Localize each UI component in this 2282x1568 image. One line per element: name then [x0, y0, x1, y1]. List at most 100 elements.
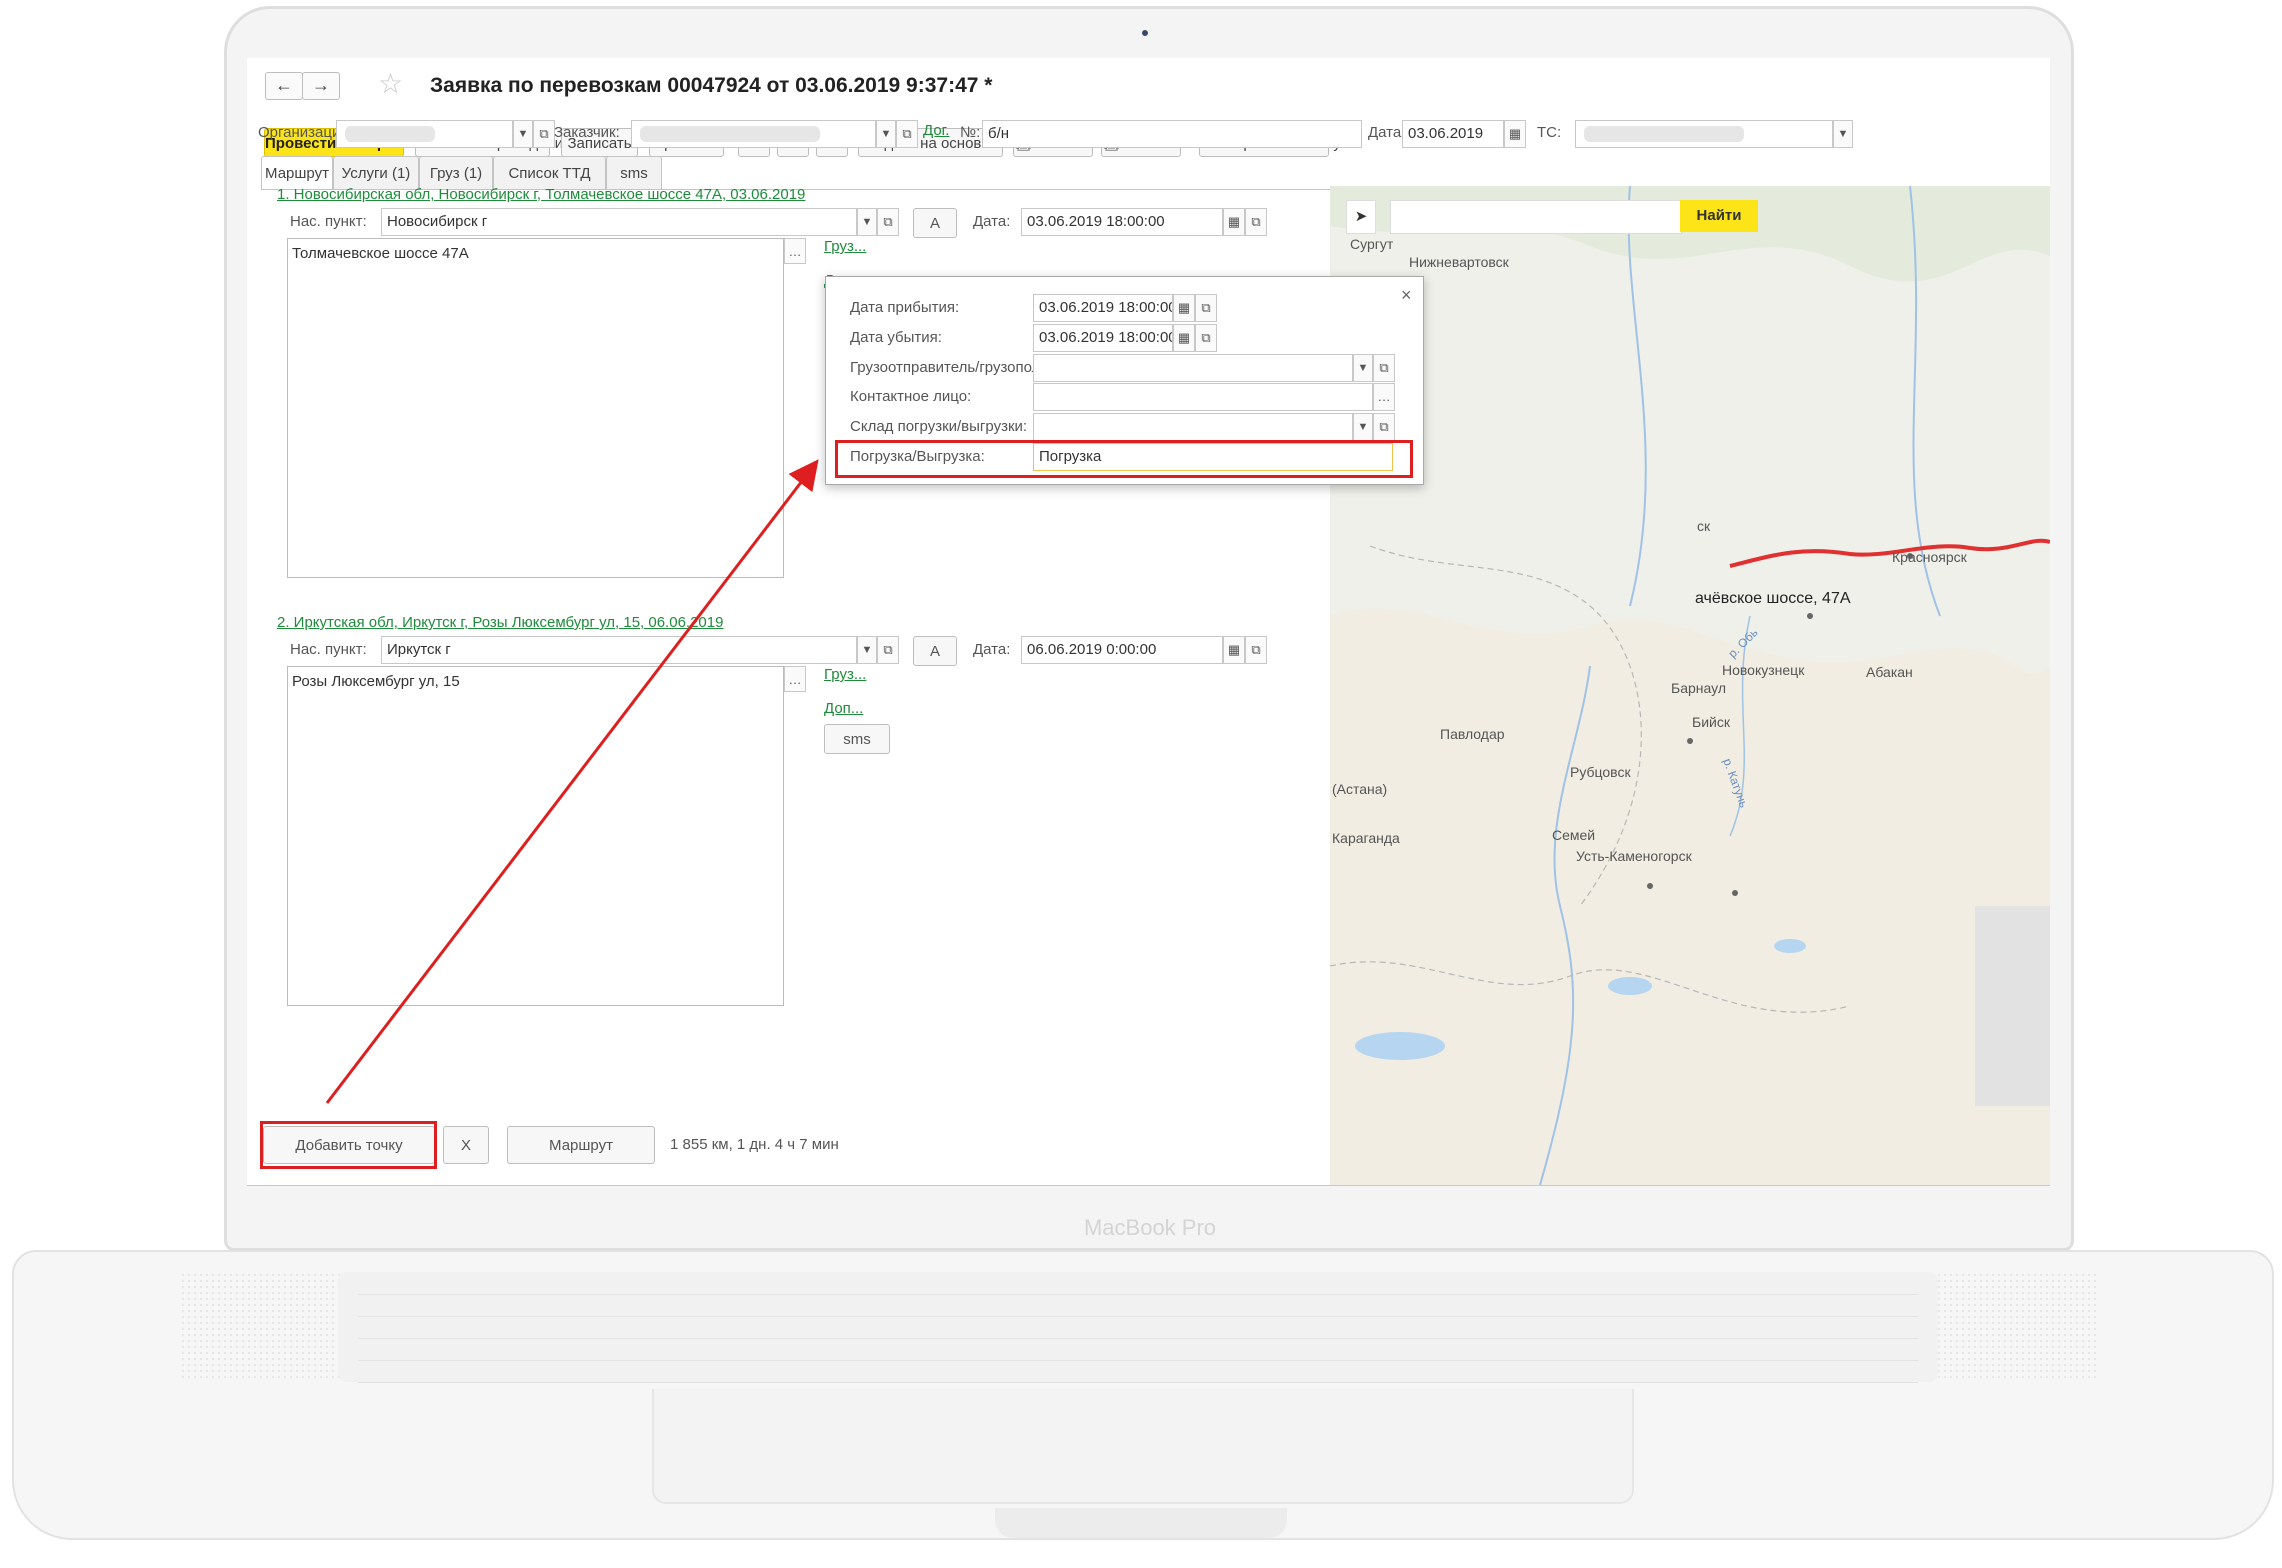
map-label-ust-kamenogorsk: Усть-Каменогорск: [1576, 848, 1692, 864]
warehouse-dropdown-icon[interactable]: ▼: [1353, 413, 1373, 441]
page-title: Заявка по перевозкам 00047924 от 03.06.2…: [430, 74, 993, 97]
warehouse-label: Склад погрузки/выгрузки:: [850, 418, 1028, 435]
map-label-pavlodar: Павлодар: [1440, 726, 1505, 742]
camera-dot: [1142, 30, 1148, 36]
speaker-grille-left: [180, 1272, 350, 1382]
map-label-abakan: Абакан: [1866, 664, 1913, 680]
point-1-date-field[interactable]: 03.06.2019 18:00:00: [1021, 208, 1223, 236]
point-1-calendar-icon[interactable]: ▦: [1223, 208, 1245, 236]
map-panel[interactable]: ➤ Найти Сургут Нижневартовск ск Краснояр…: [1330, 186, 2050, 1185]
arrival-calendar-icon[interactable]: ▦: [1173, 294, 1195, 322]
customer-label: Заказчик:: [554, 124, 620, 141]
map-label-biysk: Бийск: [1692, 714, 1730, 730]
tab-sms[interactable]: sms: [606, 156, 662, 190]
point-1-locality-dropdown-icon[interactable]: ▼: [857, 208, 877, 236]
customer-field[interactable]: [631, 120, 876, 148]
organization-open-icon[interactable]: ⧉: [533, 120, 555, 148]
ts-dropdown-icon[interactable]: ▼: [1833, 120, 1853, 148]
point-2-a-button[interactable]: А: [913, 636, 957, 666]
shipper-dropdown-icon[interactable]: ▼: [1353, 354, 1373, 382]
ts-label: ТС:: [1537, 124, 1562, 141]
highlight-add-point-box: [260, 1121, 437, 1169]
ts-field[interactable]: [1575, 120, 1833, 148]
map-label-rubtsovsk: Рубцовск: [1570, 764, 1631, 780]
date-field[interactable]: 03.06.2019: [1402, 120, 1504, 148]
point-1-address-more-icon[interactable]: …: [784, 238, 806, 264]
organization-field[interactable]: [336, 120, 513, 148]
screen: ← → ☆ Заявка по перевозкам 00047924 от 0…: [247, 58, 2050, 1185]
map-label-karaganda: Караганда: [1332, 830, 1400, 846]
warehouse-open-icon[interactable]: ⧉: [1373, 413, 1395, 441]
map-label-krasnoyarsk: Красноярск: [1892, 549, 1967, 565]
point-1-locality-field[interactable]: Новосибирск г: [381, 208, 857, 236]
map-route-label: ачёвское шоссе, 47А: [1695, 590, 1851, 607]
point-2-cargo-link[interactable]: Груз...: [824, 666, 866, 683]
map-label-semey: Семей: [1552, 827, 1596, 843]
point-2-locality-dropdown-icon[interactable]: ▼: [857, 636, 877, 664]
departure-date-field[interactable]: 03.06.2019 18:00:00: [1033, 324, 1173, 352]
route-button[interactable]: Маршрут: [507, 1126, 655, 1164]
point-2-date-field[interactable]: 06.06.2019 0:00:00: [1021, 636, 1223, 664]
tab-ttd-list[interactable]: Список ТТД: [493, 156, 606, 190]
contact-more-icon[interactable]: …: [1373, 383, 1395, 411]
point-2-locality-label: Нас. пункт:: [290, 641, 367, 658]
tab-route[interactable]: Маршрут: [261, 156, 333, 190]
point-2-date-open-icon[interactable]: ⧉: [1245, 636, 1267, 664]
point-2-sms-button[interactable]: sms: [824, 724, 890, 754]
organization-dropdown-icon[interactable]: ▼: [513, 120, 533, 148]
favorite-star-icon[interactable]: ☆: [378, 70, 403, 98]
contact-label: Контактное лицо:: [850, 388, 972, 405]
map-label-surgut: Сургут: [1350, 236, 1394, 252]
customer-dropdown-icon[interactable]: ▼: [876, 120, 896, 148]
document-form: ← → ☆ Заявка по перевозкам 00047924 от 0…: [247, 58, 2050, 1185]
map-label-barnaul: Барнаул: [1671, 680, 1726, 696]
map-label-nizhnevartovsk: Нижневартовск: [1409, 254, 1509, 270]
point-1-date-open-icon[interactable]: ⧉: [1245, 208, 1267, 236]
departure-calendar-icon[interactable]: ▦: [1173, 324, 1195, 352]
arrival-date-field[interactable]: 03.06.2019 18:00:00: [1033, 294, 1173, 322]
close-icon[interactable]: ×: [1401, 285, 1412, 306]
point-2-calendar-icon[interactable]: ▦: [1223, 636, 1245, 664]
back-button[interactable]: ←: [265, 72, 303, 100]
number-label: №:: [960, 124, 981, 141]
map-label-partial-sk: ск: [1697, 518, 1711, 534]
point-2-locality-open-icon[interactable]: ⧉: [877, 636, 899, 664]
point-1-date-label: Дата:: [973, 213, 1011, 230]
map-search-input[interactable]: [1390, 200, 1682, 234]
point-1-cargo-link[interactable]: Груз...: [824, 238, 866, 255]
warehouse-field[interactable]: [1033, 413, 1353, 441]
point-2-address-more-icon[interactable]: …: [784, 666, 806, 692]
number-field[interactable]: б/н: [982, 120, 1362, 148]
arrival-open-icon[interactable]: ⧉: [1195, 294, 1217, 322]
point-2-address-area[interactable]: Розы Люксембург ул, 15: [287, 666, 784, 1006]
navigate-arrow-icon[interactable]: ➤: [1346, 200, 1376, 234]
calendar-icon[interactable]: ▦: [1504, 120, 1526, 148]
point-1-locality-open-icon[interactable]: ⧉: [877, 208, 899, 236]
shipper-field[interactable]: [1033, 354, 1353, 382]
departure-date-label: Дата убытия:: [850, 329, 942, 346]
map-find-button[interactable]: Найти: [1680, 200, 1758, 232]
trackpad: [652, 1389, 1634, 1504]
map-label-astana: (Астана): [1332, 781, 1388, 797]
point-2-locality-field[interactable]: Иркутск г: [381, 636, 857, 664]
customer-open-icon[interactable]: ⧉: [896, 120, 918, 148]
map-label-novokuznetsk: Новокузнецк: [1722, 662, 1805, 678]
laptop-brand: MacBook Pro: [1083, 1215, 1217, 1240]
contract-link[interactable]: Дог.: [923, 122, 949, 139]
tab-cargo[interactable]: Груз (1): [419, 156, 493, 190]
point-1-locality-label: Нас. пункт:: [290, 213, 367, 230]
departure-open-icon[interactable]: ⧉: [1195, 324, 1217, 352]
point-1-address-area[interactable]: Толмачевское шоссе 47А: [287, 238, 784, 578]
keyboard: [338, 1272, 1938, 1383]
tab-services[interactable]: Услуги (1): [333, 156, 419, 190]
remove-point-button[interactable]: X: [443, 1126, 489, 1164]
point-2-extra-link[interactable]: Доп...: [824, 700, 863, 717]
shipper-open-icon[interactable]: ⧉: [1373, 354, 1395, 382]
point-1-heading-link[interactable]: 1. Новосибирская обл, Новосибирск г, Тол…: [277, 186, 805, 203]
forward-button[interactable]: →: [302, 72, 340, 100]
speaker-grille-right: [1930, 1272, 2100, 1382]
point-1-a-button[interactable]: А: [913, 208, 957, 238]
arrival-date-label: Дата прибытия:: [850, 299, 960, 316]
contact-field[interactable]: [1033, 383, 1373, 411]
point-2-heading-link[interactable]: 2. Иркутская обл, Иркутск г, Розы Люксем…: [277, 614, 723, 631]
